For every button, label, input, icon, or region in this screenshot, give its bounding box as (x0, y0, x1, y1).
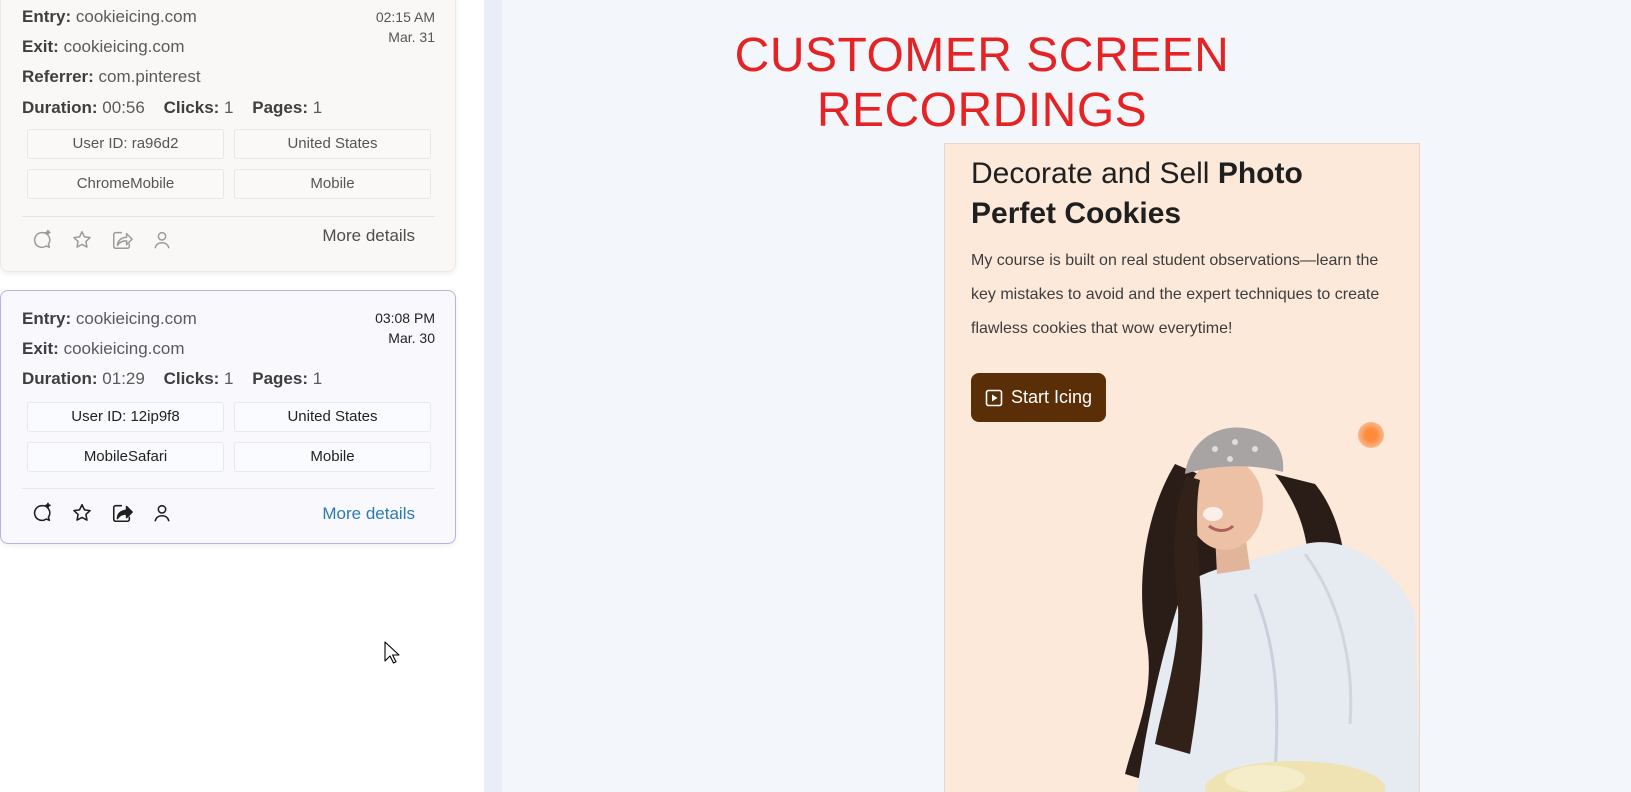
ai-chat-icon[interactable] (27, 225, 57, 255)
ai-chat-icon[interactable] (27, 498, 57, 528)
entry-row: Entry: cookieicing.com (22, 7, 197, 27)
pages-label: Pages: (252, 369, 308, 388)
clicks-value: 1 (224, 98, 234, 117)
panel-divider[interactable] (484, 0, 502, 792)
pages-label: Pages: (252, 98, 308, 117)
star-icon[interactable] (67, 498, 97, 528)
session-card[interactable]: Entry: cookieicing.com 02:15 AM Mar. 31 … (0, 0, 456, 272)
entry-value: cookieicing.com (75, 7, 197, 26)
star-icon[interactable] (67, 225, 97, 255)
entry-label: Entry: (22, 7, 72, 26)
user-icon[interactable] (147, 225, 177, 255)
entry-value: cookieicing.com (75, 309, 197, 328)
duration-value: 01:29 (102, 369, 145, 388)
clicks-label: Clicks: (163, 98, 220, 117)
duration-label: Duration: (22, 369, 98, 388)
exit-row: Exit: cookieicing.com (22, 339, 185, 359)
recording-viewport: CUSTOMER SCREEN RECORDINGS Decorate and … (502, 0, 1631, 792)
duration-label: Duration: (22, 98, 98, 117)
recordings-headline: CUSTOMER SCREEN RECORDINGS (702, 28, 1262, 138)
exit-row: Exit: cookieicing.com (22, 37, 185, 57)
mouse-cursor-icon (384, 641, 400, 664)
exit-label: Exit: (22, 339, 59, 358)
country-chip: United States (234, 129, 431, 159)
recorded-page-hero: Decorate and Sell Photo Perfet Cookies M… (944, 143, 1420, 792)
baker-woman-photo (1125, 427, 1419, 792)
exit-value: cookieicing.com (63, 37, 185, 56)
more-details-link[interactable]: More details (322, 504, 415, 524)
start-icing-label: Start Icing (1011, 387, 1093, 407)
session-timestamp: 03:08 PM Mar. 30 (375, 308, 435, 348)
browser-chip: ChromeMobile (27, 169, 224, 199)
referrer-row: Referrer: com.pinterest (22, 67, 201, 87)
session-time: 03:08 PM (375, 310, 435, 326)
hero-title-plain: Decorate and Sell (971, 157, 1218, 190)
pages-value: 1 (312, 369, 323, 388)
user-icon[interactable] (147, 498, 177, 528)
more-details-link[interactable]: More details (322, 226, 415, 246)
hero-title: Decorate and Sell Photo Perfet Cookies (971, 154, 1391, 234)
exit-label: Exit: (22, 37, 59, 56)
headline-line-2: RECORDINGS (816, 84, 1148, 137)
user-id-chip: User ID: 12ip9f8 (27, 402, 224, 432)
session-date: Mar. 31 (388, 29, 435, 45)
exit-value: cookieicing.com (63, 339, 185, 358)
session-stats: Duration: 01:29 Clicks: 1 Pages: 1 (22, 369, 336, 389)
hero-description: My course is built on real student obser… (971, 252, 1380, 337)
play-square-icon (985, 389, 1003, 406)
session-stats: Duration: 00:56 Clicks: 1 Pages: 1 (22, 98, 336, 118)
duration-value: 00:56 (102, 98, 145, 117)
share-icon[interactable] (107, 225, 137, 255)
card-divider (22, 488, 435, 489)
start-icing-button[interactable]: Start Icing (971, 373, 1107, 422)
entry-label: Entry: (22, 309, 72, 328)
pages-value: 1 (312, 98, 323, 117)
user-id-chip: User ID: ra96d2 (27, 129, 224, 159)
country-chip: United States (234, 402, 431, 432)
share-icon[interactable] (107, 498, 137, 528)
session-timestamp: 02:15 AM Mar. 31 (376, 7, 435, 47)
clicks-value: 1 (224, 369, 234, 388)
entry-row: Entry: cookieicing.com (22, 309, 197, 329)
session-date: Mar. 30 (388, 330, 435, 346)
clicks-label: Clicks: (163, 369, 220, 388)
referrer-label: Referrer: (22, 67, 94, 86)
session-card-selected[interactable]: Entry: cookieicing.com 03:08 PM Mar. 30 … (0, 290, 456, 544)
headline-line-1: CUSTOMER SCREEN (734, 29, 1230, 82)
device-chip: Mobile (234, 169, 431, 199)
card-divider (22, 216, 435, 217)
referrer-value: com.pinterest (98, 67, 201, 86)
browser-chip: MobileSafari (27, 442, 224, 472)
device-chip: Mobile (234, 442, 431, 472)
session-time: 02:15 AM (375, 9, 435, 25)
session-list: Entry: cookieicing.com 02:15 AM Mar. 31 … (0, 0, 484, 792)
